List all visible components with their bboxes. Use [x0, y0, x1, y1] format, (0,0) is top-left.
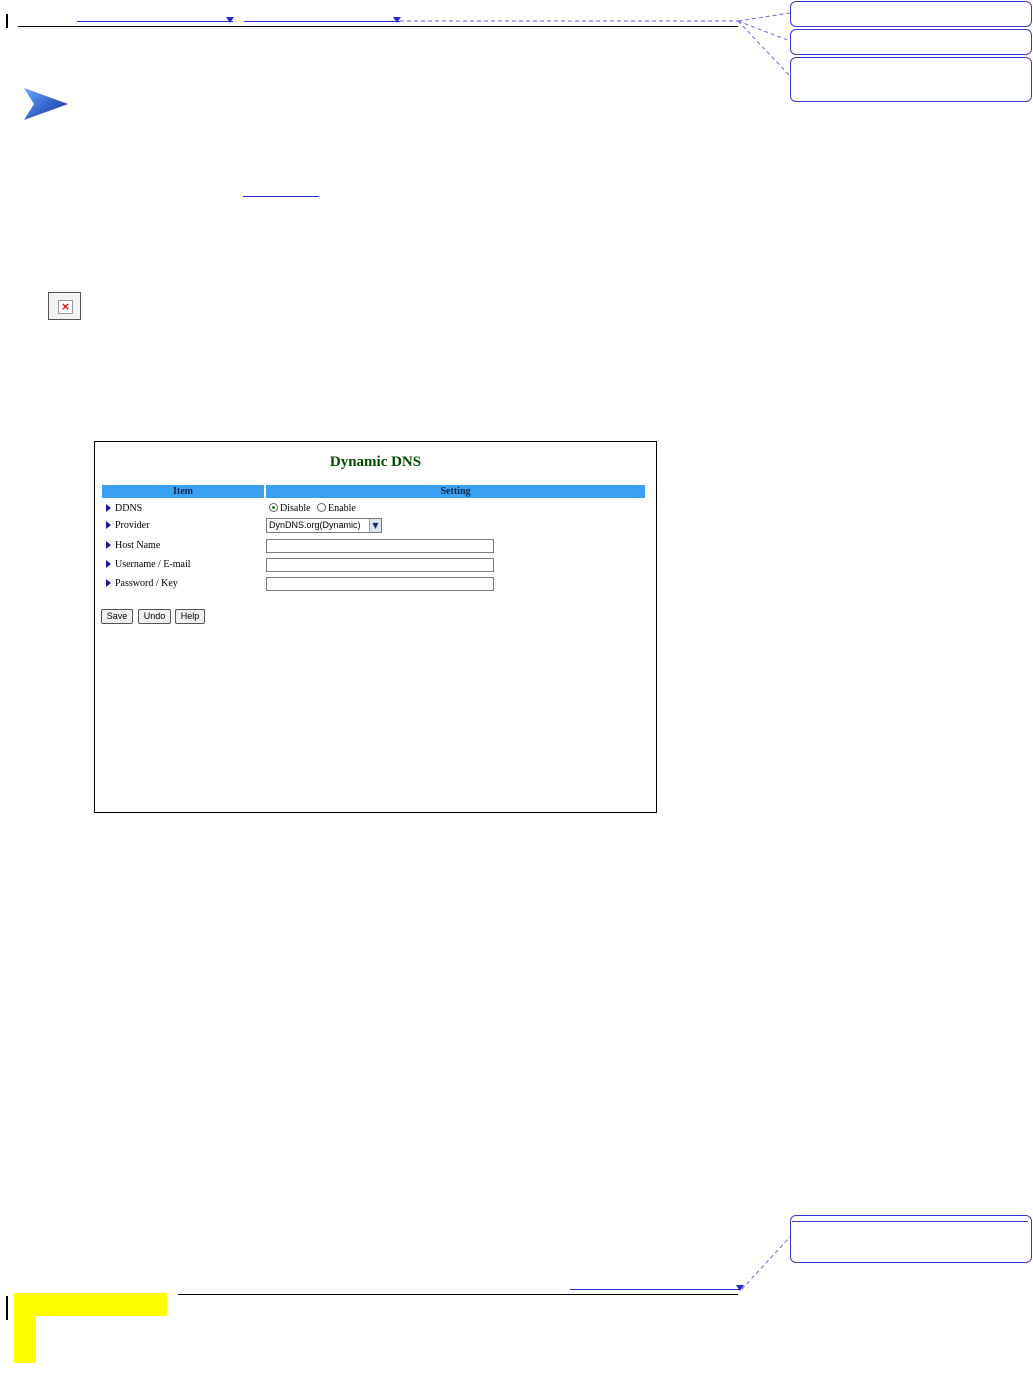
row-label-ddns: DDNS — [102, 500, 142, 518]
table-row-password: Password / Key — [102, 575, 645, 593]
footer-highlight-top — [14, 1293, 167, 1316]
row-label-provider: Provider — [102, 517, 149, 535]
comment-box-2[interactable] — [790, 29, 1032, 55]
provider-select[interactable]: DynDNS.org(Dynamic) ▼ — [266, 518, 382, 533]
triangle-right-icon — [106, 541, 111, 549]
row-label-host-name: Host Name — [102, 537, 160, 555]
comment-box-1[interactable] — [790, 1, 1032, 27]
table-row-username: Username / E-mail — [102, 556, 645, 574]
triangle-right-icon — [106, 560, 111, 568]
table-row-host-name: Host Name — [102, 537, 645, 555]
table-row-ddns: DDNS Disable Enable — [102, 500, 645, 518]
footer-link-marker — [736, 1285, 744, 1291]
save-button[interactable]: Save — [101, 609, 133, 624]
footer-link[interactable] — [570, 1289, 740, 1290]
help-button[interactable]: Help — [175, 609, 205, 624]
blue-arrow-icon — [24, 88, 68, 120]
comment-box-3[interactable] — [790, 57, 1032, 102]
footer-margin-bar — [6, 1296, 8, 1320]
ddns-radio-group: Disable Enable — [269, 502, 356, 516]
triangle-right-icon — [106, 504, 111, 512]
chevron-down-icon[interactable]: ▼ — [369, 519, 381, 532]
footer-highlight-side — [14, 1293, 36, 1363]
ddns-enable-radio[interactable] — [317, 503, 327, 512]
username-input[interactable] — [266, 558, 494, 572]
table-row-provider: Provider DynDNS.org(Dynamic) ▼ — [102, 517, 645, 535]
triangle-right-icon — [106, 521, 111, 529]
provider-selected-value: DynDNS.org(Dynamic) — [269, 520, 361, 530]
ddns-enable-label: Enable — [328, 503, 356, 514]
header-setting: Setting — [266, 485, 645, 498]
ddns-panel: Dynamic DNS Item Setting DDNS Disable En… — [94, 441, 657, 813]
panel-title: Dynamic DNS — [329, 454, 422, 470]
undo-button[interactable]: Undo — [138, 609, 171, 624]
ddns-disable-label: Disable — [280, 503, 311, 514]
password-input[interactable] — [266, 577, 494, 591]
row-label-password: Password / Key — [102, 575, 178, 593]
comment-box-4[interactable] — [790, 1215, 1032, 1263]
table-header: Item Setting — [102, 485, 645, 498]
footer-comment-rule — [792, 1221, 1028, 1222]
row-label-username: Username / E-mail — [102, 556, 191, 574]
broken-image-icon: × — [48, 292, 81, 320]
host-name-input[interactable] — [266, 539, 494, 553]
footer-rule — [178, 1294, 738, 1295]
header-item: Item — [102, 485, 264, 498]
body-link[interactable] — [243, 196, 319, 197]
triangle-right-icon — [106, 579, 111, 587]
ddns-disable-radio[interactable] — [269, 503, 278, 512]
